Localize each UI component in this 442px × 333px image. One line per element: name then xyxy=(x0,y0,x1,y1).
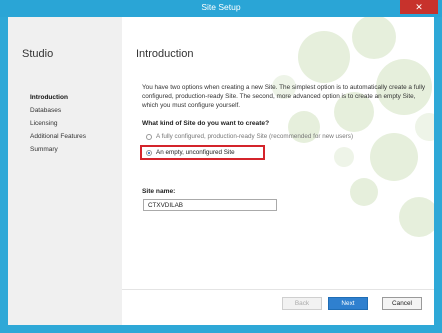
title-bar: Site Setup ✕ xyxy=(0,0,442,17)
site-type-question: What kind of Site do you want to create? xyxy=(142,120,270,127)
site-name-label: Site name: xyxy=(142,188,176,195)
intro-text: You have two options when creating a new… xyxy=(142,84,426,109)
window-title: Site Setup xyxy=(201,2,241,12)
option-empty-site[interactable]: An empty, unconfigured Site xyxy=(146,149,235,156)
step-introduction: Introduction xyxy=(30,94,68,101)
wizard-steps: Introduction Databases Licensing Additio… xyxy=(30,91,86,156)
next-button[interactable]: Next xyxy=(328,297,368,310)
step-additional-features: Additional Features xyxy=(30,133,87,140)
step-databases: Databases xyxy=(30,107,62,114)
step-licensing: Licensing xyxy=(30,120,58,127)
option-empty-site-label: An empty, unconfigured Site xyxy=(156,149,235,156)
site-setup-window: Site Setup ✕ Studio Introduction Databas… xyxy=(0,0,442,333)
option-fully-configured[interactable]: A fully configured, production-ready Sit… xyxy=(146,133,353,140)
option-fully-configured-label: A fully configured, production-ready Sit… xyxy=(156,133,354,140)
step-summary: Summary xyxy=(30,146,58,153)
close-button[interactable]: ✕ xyxy=(400,0,438,14)
wizard-main: Introduction You have two options when c… xyxy=(122,17,434,325)
close-icon: ✕ xyxy=(415,2,423,12)
back-button[interactable]: Back xyxy=(282,297,322,310)
site-name-input[interactable] xyxy=(143,199,277,211)
sidebar-title: Studio xyxy=(22,48,54,60)
radio-fully-configured[interactable] xyxy=(146,133,152,140)
wizard-client-area: Studio Introduction Databases Licensing … xyxy=(8,17,434,325)
page-title: Introduction xyxy=(136,48,194,60)
wizard-sidebar: Studio Introduction Databases Licensing … xyxy=(8,17,122,325)
footer-divider xyxy=(122,289,434,290)
cancel-button[interactable]: Cancel xyxy=(382,297,422,310)
radio-empty-site[interactable] xyxy=(146,149,152,156)
